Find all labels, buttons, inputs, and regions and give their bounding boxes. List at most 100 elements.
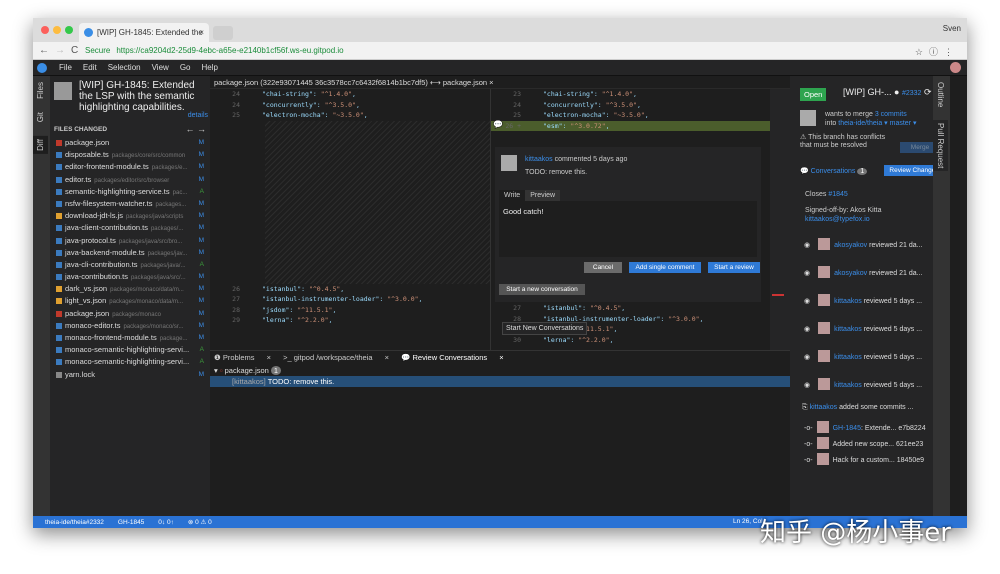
- tab-review-conversations[interactable]: 💬 Review Conversations ×: [401, 353, 504, 362]
- start-review-button[interactable]: Start a review: [708, 262, 760, 273]
- diff-left-pane[interactable]: 24"chai-string": "^1.4.0",24"concurrentl…: [210, 89, 490, 350]
- right-side-bar: Outline Pull Request: [933, 76, 950, 516]
- code-line: 24"concurrently": "^3.5.0",: [491, 100, 770, 111]
- tab-git[interactable]: Git: [36, 112, 45, 122]
- file-item[interactable]: disposable.tspackages/core/src/commonM: [56, 150, 208, 162]
- url-input[interactable]: Securehttps://ca9204d2-25d9-4ebc-a65e-e2…: [85, 44, 885, 58]
- comment-icon[interactable]: 💬: [493, 120, 503, 129]
- status-problems[interactable]: ⊗ 0 ⚠ 0: [188, 519, 212, 526]
- file-status: M: [199, 139, 204, 146]
- close-tab-icon[interactable]: ×: [199, 28, 204, 37]
- code-line: 27"istanbul-instrumenter-loader": "^3.0.…: [210, 294, 490, 305]
- tab-problems[interactable]: ❶ Problems ×: [214, 353, 271, 362]
- refresh-icon[interactable]: ⟳: [924, 87, 932, 97]
- file-item[interactable]: download-jdt-ls.jspackages/java/scriptsM: [56, 211, 208, 223]
- menu-view[interactable]: View: [152, 63, 169, 72]
- file-item[interactable]: java-backend-module.tspackages/jav...M: [56, 248, 208, 260]
- file-item[interactable]: java-cli-contribution.tspackages/java/..…: [56, 260, 208, 272]
- tab-diff[interactable]: Diff: [33, 136, 48, 154]
- file-item[interactable]: package.jsonpackages/monacoM: [56, 309, 208, 321]
- email-link[interactable]: kittaakos@typefox.io: [805, 216, 870, 223]
- browser-user[interactable]: Sven: [943, 24, 961, 33]
- file-item[interactable]: java-client-contribution.tspackages/...M: [56, 223, 208, 235]
- file-item[interactable]: java-contribution.tspackages/java/src/..…: [56, 272, 208, 284]
- commit-item[interactable]: -o-Hack for a custom... 18450e9: [804, 453, 944, 465]
- commits-link[interactable]: 3 commits: [875, 111, 907, 118]
- tab-preview[interactable]: Preview: [525, 190, 560, 201]
- file-item[interactable]: nsfw-filesystem-watcher.tspackages...M: [56, 199, 208, 211]
- file-status: M: [199, 163, 204, 170]
- add-single-comment-button[interactable]: Add single comment: [629, 262, 701, 273]
- file-item[interactable]: dark_vs.jsonpackages/monaco/data/m...M: [56, 284, 208, 296]
- branch-link[interactable]: theia-ide/theia ▾ master ▾: [838, 120, 916, 127]
- address-bar: ← → C Securehttps://ca9204d2-25d9-4ebc-a65…: [33, 42, 967, 60]
- close-tab-icon[interactable]: ×: [489, 78, 493, 87]
- browser-actions-icons[interactable]: ☆ⓘ⋮: [915, 45, 959, 58]
- file-item[interactable]: monaco-editor.tspackages/monaco/sr...M: [56, 321, 208, 333]
- file-item[interactable]: editor.tspackages/editor/src/browserM: [56, 175, 208, 187]
- file-item[interactable]: semantic-highlighting-service.tspac...A: [56, 187, 208, 199]
- issue-link[interactable]: #1845: [828, 191, 847, 198]
- cancel-button[interactable]: Cancel: [584, 262, 622, 273]
- file-icon: [56, 359, 62, 365]
- menu-help[interactable]: Help: [201, 63, 217, 72]
- editor-tab[interactable]: package.json (322e93071445 36c3578cc7c64…: [210, 76, 790, 89]
- eye-icon: ◉: [804, 242, 810, 249]
- review-event: ◉kittaakos reviewed 5 days ...: [804, 378, 944, 390]
- status-sync[interactable]: 0↓ 0↑: [158, 519, 174, 526]
- conversations-link[interactable]: Conversations: [811, 168, 856, 175]
- details-link[interactable]: details: [188, 112, 208, 119]
- minimize-window-button[interactable]: [53, 26, 61, 34]
- tab-pull-request[interactable]: Pull Request: [933, 120, 948, 171]
- files-changed-panel: [WIP] GH-1845: Extended the LSP with the…: [50, 76, 210, 516]
- file-item[interactable]: monaco-semantic-highlighting-servi...A: [56, 345, 208, 357]
- commit-item[interactable]: -o-Added new scope... 621ee23: [804, 437, 944, 449]
- status-branch[interactable]: GH-1845: [118, 519, 144, 526]
- maximize-window-button[interactable]: [65, 26, 73, 34]
- file-item[interactable]: java-protocol.tspackages/java/src/bro...…: [56, 236, 208, 248]
- close-window-button[interactable]: [41, 26, 49, 34]
- file-path: packages/core/src/common: [112, 153, 185, 159]
- pr-number[interactable]: #2332: [902, 90, 921, 97]
- conversation-item[interactable]: [kittaakos] TODO: remove this.: [210, 376, 790, 387]
- avatar[interactable]: [950, 62, 961, 73]
- file-item[interactable]: monaco-frontend-module.tspackage...M: [56, 333, 208, 345]
- file-name: monaco-semantic-highlighting-servi...: [65, 345, 189, 354]
- file-name: editor-frontend-module.ts: [65, 162, 149, 171]
- forward-icon[interactable]: →: [55, 45, 65, 56]
- tab-files[interactable]: Files: [36, 82, 45, 99]
- new-tab-button[interactable]: [213, 26, 233, 40]
- back-icon[interactable]: ←: [39, 45, 49, 56]
- tab-outline[interactable]: Outline: [936, 82, 945, 107]
- comment-input[interactable]: Good catch!: [499, 201, 757, 257]
- menu-go[interactable]: Go: [180, 63, 191, 72]
- file-icon: [56, 311, 62, 317]
- file-path: packages...: [156, 202, 187, 208]
- comment-author[interactable]: kittaakos: [525, 156, 553, 163]
- tab-terminal[interactable]: >_ gitpod /workspace/theia ×: [283, 353, 389, 362]
- prev-next-arrows-icon[interactable]: ← →: [185, 124, 206, 134]
- status-repo[interactable]: theia-ide/theia#2332: [45, 519, 104, 526]
- minimap-scrollbar[interactable]: [770, 89, 790, 350]
- file-path: packages/monaco/data/m...: [109, 299, 183, 305]
- file-item[interactable]: editor-frontend-module.tspackages/e...M: [56, 162, 208, 174]
- menu-edit[interactable]: Edit: [83, 63, 97, 72]
- file-item[interactable]: package.jsonM: [56, 138, 208, 150]
- menu-file[interactable]: File: [59, 63, 72, 72]
- conversation-file[interactable]: ▾ ▫ package.json 1: [210, 365, 790, 376]
- watermark: 知乎 @杨小事er: [760, 512, 951, 549]
- reviewer-avatar: [818, 322, 830, 334]
- menu-selection[interactable]: Selection: [108, 63, 141, 72]
- tab-write[interactable]: Write: [499, 190, 525, 201]
- file-item[interactable]: monaco-semantic-highlighting-servi...A: [56, 357, 208, 369]
- status-position[interactable]: Ln 26, Col: [733, 518, 763, 525]
- file-status: M: [199, 224, 204, 231]
- commit-item[interactable]: -o-GH-1845: Extende... e7b8224: [804, 421, 944, 433]
- reload-icon[interactable]: C: [71, 45, 78, 56]
- start-new-conversation-button[interactable]: Start a new conversation: [499, 284, 585, 295]
- file-item[interactable]: yarn.lockM: [56, 370, 208, 382]
- browser-tab[interactable]: [WIP] GH-1845: Extended the×: [79, 23, 209, 42]
- file-item[interactable]: light_vs.jsonpackages/monaco/data/m...M: [56, 296, 208, 308]
- code-line: 29"lerna": "^2.2.0",: [210, 315, 490, 326]
- diff-right-pane[interactable]: 23"chai-string": "^1.4.0",24"concurrentl…: [490, 89, 770, 350]
